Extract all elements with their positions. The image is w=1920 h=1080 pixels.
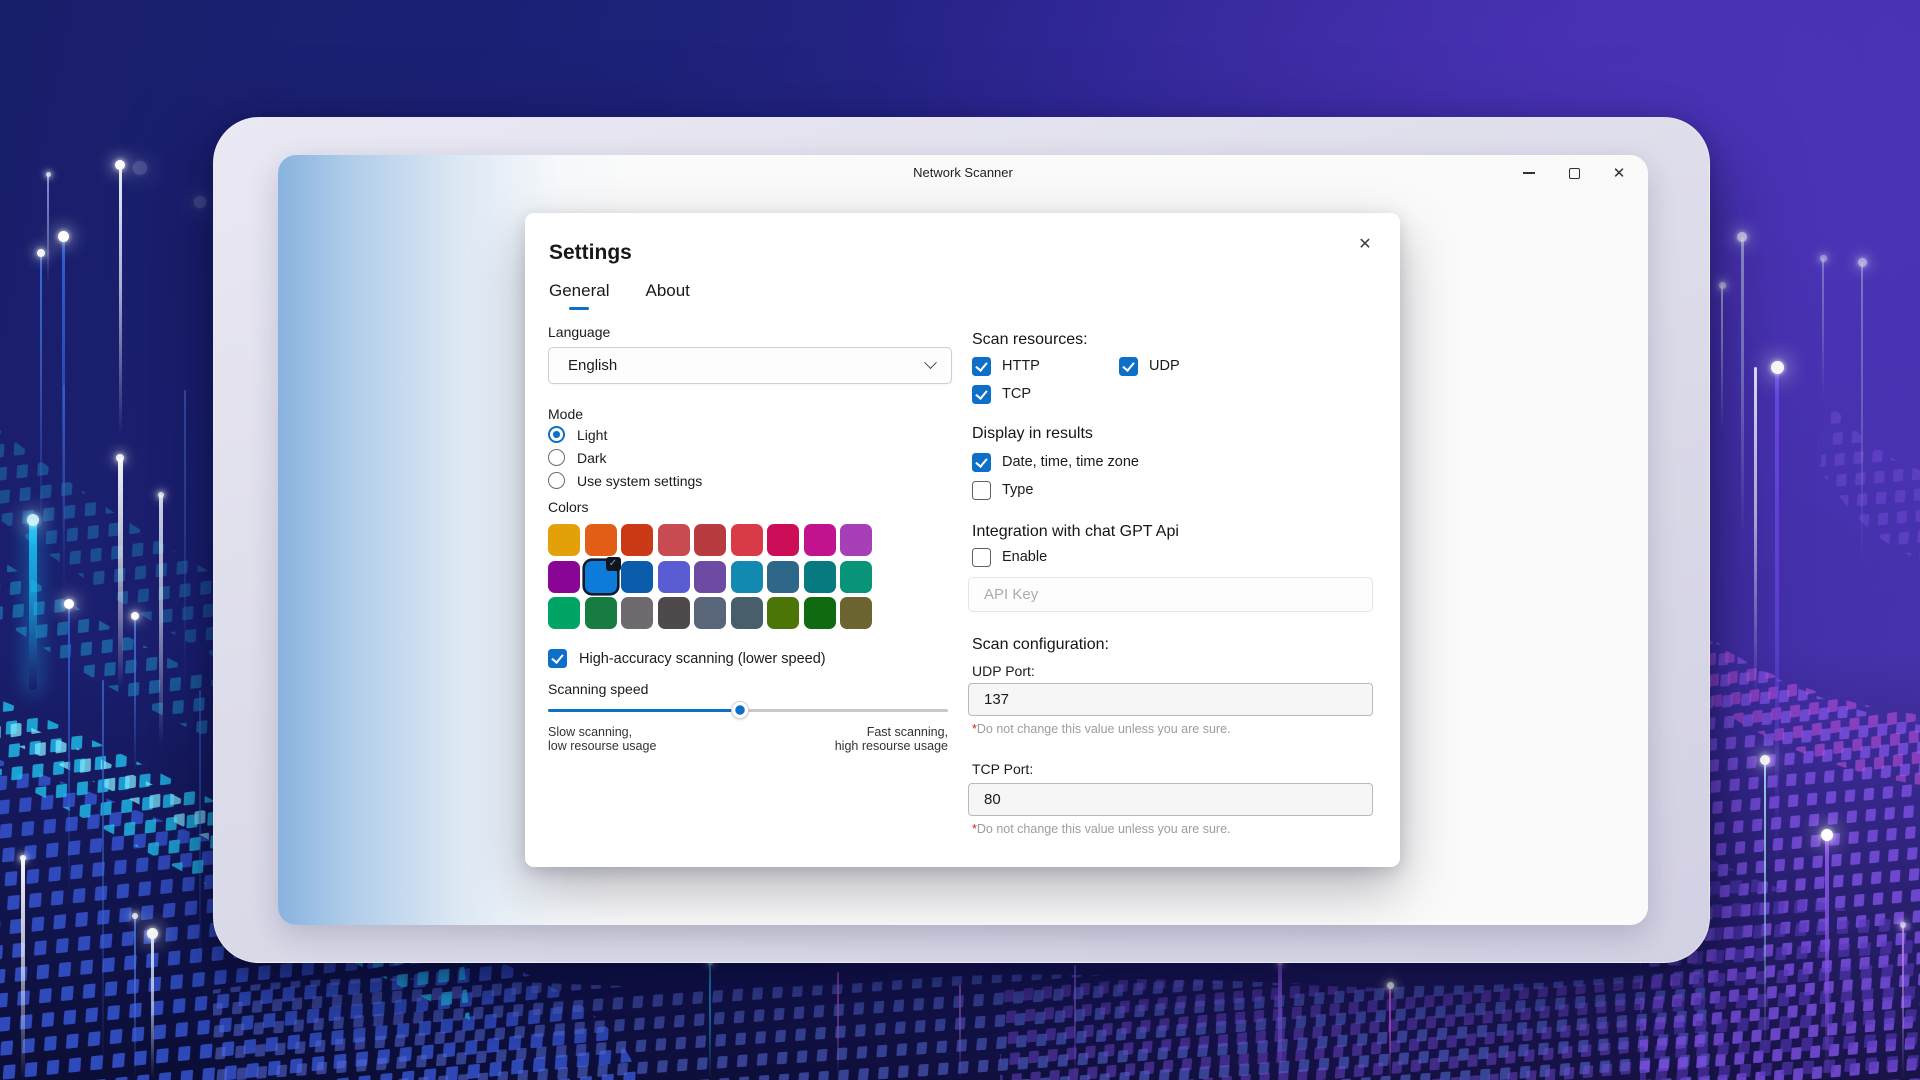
checkbox-icon [972,385,991,404]
color-swatch[interactable] [804,524,836,556]
selected-check-icon: ✓ [606,557,621,571]
checkbox-icon [972,481,991,500]
minimize-button[interactable] [1512,158,1546,188]
radio-icon [548,426,565,443]
color-swatch[interactable] [658,524,690,556]
minimize-icon [1523,172,1535,173]
color-swatch[interactable] [731,597,763,629]
colors-label: Colors [548,498,952,516]
color-swatch[interactable]: ✓ [585,561,617,593]
tcp-port-label: TCP Port: [972,761,1377,779]
color-swatch[interactable] [548,561,580,593]
radio-icon [548,472,565,489]
window-title: Network Scanner [278,155,1648,191]
checkbox-type[interactable]: Type [972,481,1033,500]
language-label: Language [548,323,952,341]
display-row-1: Date, time, time zone [972,452,1377,472]
color-swatch[interactable] [731,561,763,593]
tcp-port-input[interactable] [968,783,1373,816]
color-swatch[interactable] [548,524,580,556]
settings-right-column: Scan resources: HTTP UDP TCP Display in … [972,330,1377,838]
checkbox-icon [972,453,991,472]
settings-left-column: Language English Mode Light Dark Use sys… [548,323,952,753]
scanning-speed-slider[interactable] [548,702,948,718]
checkbox-icon [972,357,991,376]
maximize-button[interactable] [1557,158,1591,188]
speed-caption-min: Slow scanning, low resourse usage [548,725,656,753]
color-swatch[interactable] [658,597,690,629]
color-swatch[interactable] [548,597,580,629]
maximize-icon [1569,168,1580,179]
gpt-enable-row: Enable [972,547,1377,567]
color-swatch[interactable] [840,524,872,556]
tab-about[interactable]: About [645,281,689,310]
checkbox-icon [548,649,567,668]
color-swatch[interactable] [767,597,799,629]
color-swatch[interactable] [804,597,836,629]
language-value: English [568,357,926,374]
color-swatch[interactable] [621,597,653,629]
color-swatch[interactable] [840,561,872,593]
dialog-title: Settings [549,241,632,265]
display-in-results-heading: Display in results [972,424,1377,444]
gpt-integration-heading: Integration with chat GPT Api [972,522,1377,542]
udp-port-label: UDP Port: [972,663,1377,681]
checkbox-tcp[interactable]: TCP [972,385,1031,404]
api-key-input[interactable] [968,577,1373,612]
checkbox-icon [1119,357,1138,376]
color-swatch[interactable] [585,597,617,629]
color-swatch[interactable] [694,561,726,593]
scan-resources-row-1: HTTP UDP [972,356,1377,376]
window-titlebar: Network Scanner ✕ [278,155,1648,191]
active-tab-underline [569,307,589,310]
speed-captions: Slow scanning, low resourse usage Fast s… [548,725,948,753]
color-palette: ✓ [548,524,872,629]
checkbox-enable[interactable]: Enable [972,548,1047,567]
language-dropdown[interactable]: English [548,347,952,384]
udp-port-note: *Do not change this value unless you are… [972,722,1377,738]
color-swatch[interactable] [621,561,653,593]
color-swatch[interactable] [767,524,799,556]
dialog-close-icon: ✕ [1358,234,1371,254]
radio-option-system[interactable]: Use system settings [548,469,952,492]
udp-port-input[interactable] [968,683,1373,716]
mode-label: Mode [548,405,952,423]
close-icon: ✕ [1613,166,1626,181]
checkbox-udp[interactable]: UDP [1119,357,1180,376]
color-swatch[interactable] [804,561,836,593]
radio-option-dark[interactable]: Dark [548,446,952,469]
radio-option-light[interactable]: Light [548,423,952,446]
close-button[interactable]: ✕ [1602,158,1636,188]
tab-general[interactable]: General [549,281,609,310]
display-row-2: Type [972,480,1377,500]
radio-icon [548,449,565,466]
color-swatch[interactable] [585,524,617,556]
scan-resources-heading: Scan resources: [972,330,1377,350]
color-swatch[interactable] [767,561,799,593]
chevron-down-icon [924,356,937,369]
checkbox-http[interactable]: HTTP [972,357,1040,376]
tab-bar: General About [549,281,690,310]
color-swatch[interactable] [731,524,763,556]
color-swatch[interactable] [694,597,726,629]
high-accuracy-checkbox[interactable]: High-accuracy scanning (lower speed) [548,649,952,668]
scan-config-heading: Scan configuration: [972,635,1377,655]
slider-fill [548,709,740,712]
tcp-port-note: *Do not change this value unless you are… [972,822,1377,838]
speed-caption-max: Fast scanning, high resourse usage [835,725,948,753]
settings-dialog: ✕ Settings General About Language Englis… [525,213,1400,867]
color-swatch[interactable] [621,524,653,556]
color-swatch[interactable] [694,524,726,556]
dialog-close-button[interactable]: ✕ [1350,229,1380,259]
checkbox-date-time[interactable]: Date, time, time zone [972,453,1139,472]
slider-thumb[interactable] [732,702,748,718]
checkbox-icon [972,548,991,567]
color-swatch[interactable] [658,561,690,593]
color-swatch[interactable] [840,597,872,629]
scanning-speed-label: Scanning speed [548,680,952,698]
scan-resources-row-2: TCP [972,384,1377,404]
